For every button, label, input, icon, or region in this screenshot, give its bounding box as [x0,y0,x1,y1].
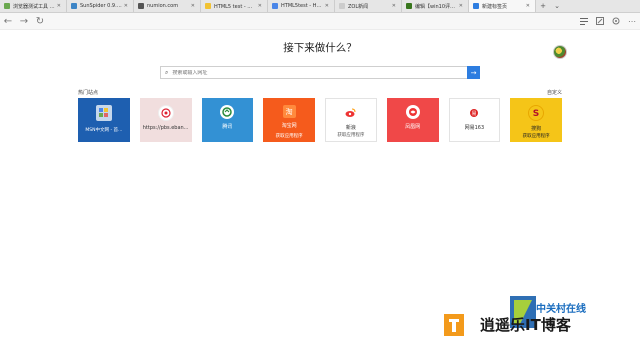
msn-icon [95,105,112,121]
toolbar: ← → ↻ ⋯ [0,13,640,30]
tab-list-chevron-icon[interactable]: ⌄ [550,0,564,12]
tab-favicon-icon [339,3,345,9]
pbs-icon [157,105,174,121]
search-go-button[interactable]: → [467,66,480,79]
close-icon[interactable]: ✕ [57,3,61,9]
tab-edit-win10[interactable]: 编辑【win10评测】- 文 ✕ [402,0,469,12]
new-tab-button[interactable]: + [536,0,550,12]
tile-sogou[interactable]: S 搜狗 获取应用程序 [510,98,562,142]
tab-favicon-icon [473,3,479,9]
tab-title: SunSpider 0.9.1 JavaScript [80,3,122,9]
tile-label: 搜狗 [531,126,542,132]
tile-ifeng[interactable]: 凤凰网 [386,98,439,142]
tab-strip: 浏览器测试工具 - 浏览器 ✕ SunSpider 0.9.1 JavaScri… [0,0,640,13]
tile-tencent[interactable]: 腾讯 [201,98,254,142]
search-input[interactable] [172,69,433,76]
tab-favicon-icon [71,3,77,9]
watermark-line1: 中关村在线 [536,304,586,315]
sina-icon [343,106,358,120]
close-icon[interactable]: ✕ [258,3,262,9]
section-title: 热门站点 [78,89,99,96]
tab-title: 浏览器测试工具 - 浏览器 [13,3,55,10]
tab-favicon-icon [205,3,211,9]
tile-netease-163[interactable]: 易 网易163 [448,98,501,142]
more-icon[interactable]: ⋯ [624,14,640,28]
tile-label: 网易163 [464,125,485,131]
tab-html5-bing[interactable]: HTML5 test - 必应 ✕ [201,0,268,12]
close-icon[interactable]: ✕ [325,3,329,9]
tile-label: 腾讯 [222,124,233,130]
search-bar: ⌕ → [160,66,480,79]
page-title: 接下来做什么？ [283,42,357,54]
top-sites-grid: MSN中文网 - 首... https://pbs.eban... 腾讯 淘 淘… [78,98,562,142]
tab-sunspider[interactable]: SunSpider 0.9.1 JavaScript ✕ [67,0,134,12]
close-icon[interactable]: ✕ [459,3,463,9]
tab-title: 新建标签页 [482,3,508,10]
watermark-line2: 逍遥乐IT博客 [480,316,571,334]
close-icon[interactable]: ✕ [191,3,195,9]
tile-sina[interactable]: 新浪 获取应用程序 [325,98,377,142]
tab-browser-test[interactable]: 浏览器测试工具 - 浏览器 ✕ [0,0,67,12]
taobao-icon: 淘 [282,105,296,118]
tab-new-tab[interactable]: 新建标签页 ✕ [469,0,536,12]
customize-link[interactable]: 自定义 [547,89,562,96]
tile-taobao[interactable]: 淘 淘宝网 获取应用程序 [263,98,315,142]
search-box[interactable]: ⌕ [160,66,467,79]
forward-button[interactable]: → [16,14,32,28]
tab-title: HTML5test - How well do [281,3,323,9]
tile-label: 淘宝网 [281,123,297,129]
tab-html5test[interactable]: HTML5test - How well do ✕ [268,0,335,12]
tab-numion[interactable]: numion.com ✕ [134,0,201,12]
tile-label: 凤凰网 [405,124,421,130]
get-app-link[interactable]: 获取应用程序 [326,132,376,138]
svg-text:易: 易 [472,111,477,117]
tile-msn[interactable]: MSN中文网 - 首... [78,98,130,142]
reading-list-icon[interactable] [576,14,592,28]
close-icon[interactable]: ✕ [124,3,128,9]
close-icon[interactable]: ✕ [392,3,396,9]
refresh-button[interactable]: ↻ [32,14,48,28]
web-note-icon[interactable] [592,14,608,28]
watermark: 中关村在线 逍遥乐IT博客 [440,294,640,344]
hub-icon[interactable] [608,14,624,28]
get-app-link[interactable]: 获取应用程序 [510,133,562,139]
netease-icon: 易 [467,106,482,120]
back-button[interactable]: ← [0,14,16,28]
tile-label: MSN中文网 - 首... [85,128,123,133]
tab-title: numion.com [147,3,179,9]
get-app-link[interactable]: 获取应用程序 [263,133,315,139]
tencent-icon [220,105,235,119]
close-icon[interactable]: ✕ [526,3,530,9]
sogou-icon: S [528,105,545,121]
top-sites-header: 热门站点 自定义 [78,88,562,96]
tile-label: 新浪 [345,125,356,131]
tab-favicon-icon [138,3,144,9]
tab-favicon-icon [4,3,10,9]
tab-favicon-icon [406,3,412,9]
tile-pbs-eban[interactable]: https://pbs.eban... [139,98,192,142]
tab-title: HTML5 test - 必应 [214,3,256,10]
tab-title: 编辑【win10评测】- 文 [415,3,457,10]
svg-text:S: S [533,109,539,118]
search-icon: ⌕ [165,68,169,76]
tab-title: ZOL新闻 [348,3,369,10]
tab-favicon-icon [272,3,278,9]
tile-label: https://pbs.eban... [142,125,189,131]
ifeng-icon [405,105,420,119]
tab-zol-news[interactable]: ZOL新闻 ✕ [335,0,402,12]
